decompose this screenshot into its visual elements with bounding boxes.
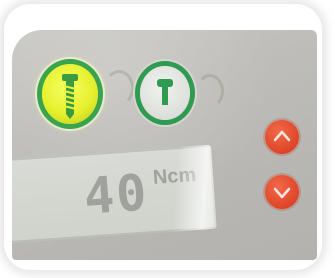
screw-icon [62,74,78,119]
printed-arc-left [104,70,134,106]
photo-frame: 40 Ncm [0,0,335,278]
hex-screw-icon [157,79,173,105]
lcd-glare [170,144,217,244]
control-panel: 40 Ncm [12,30,317,260]
chevron-down-icon [273,187,291,199]
printed-arc-right [196,74,224,108]
chevron-up-icon [273,130,291,142]
lcd-display: 40 Ncm [12,144,217,244]
hex-drive-button[interactable] [140,66,190,120]
increase-button[interactable] [265,120,299,154]
torque-value: 40 [82,163,151,226]
decrease-button[interactable] [265,175,299,209]
screw-drive-button[interactable] [42,64,98,124]
